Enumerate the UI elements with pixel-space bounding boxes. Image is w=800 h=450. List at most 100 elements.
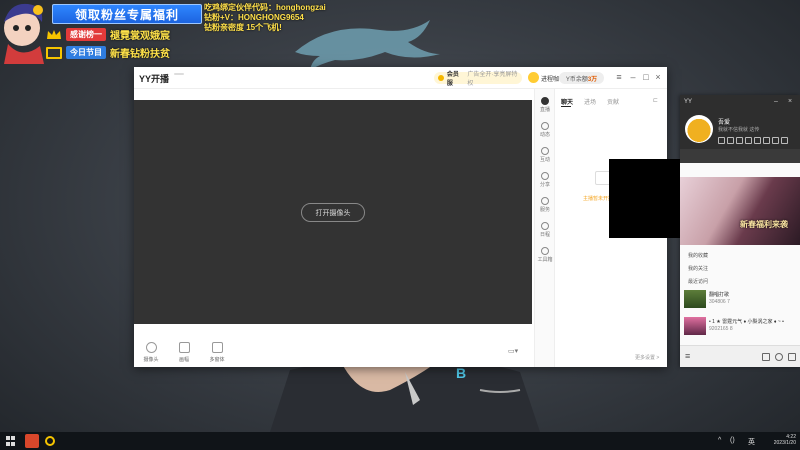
tool-label: 多窗体	[209, 357, 225, 363]
tv-icon	[46, 46, 62, 59]
dock-toolbar: ≡	[680, 345, 800, 367]
entry-title[interactable]: • 1 ★ 雷霆元气 ♦ 小梨涡之家 ♦ ~ •	[709, 318, 784, 325]
program-text: 新春钻粉扶贫	[110, 49, 170, 60]
vip-label: 会员服	[446, 72, 459, 87]
tab-enter[interactable]: 进场	[584, 97, 596, 106]
menu-icon[interactable]: ≡	[685, 351, 690, 361]
clock-date: 2023/1/20	[773, 440, 796, 446]
balance-pill[interactable]: Y币余额 3万	[559, 72, 604, 84]
rail-item-interact[interactable]: 互动	[535, 147, 555, 163]
tool-label: 摄像头	[143, 357, 159, 363]
vip-subtitle: 广告全开·享亮屏特权	[467, 72, 518, 87]
panel-collapse-icon[interactable]: ⊏	[653, 97, 658, 104]
service-icon	[541, 197, 549, 205]
dock-search-bar[interactable]	[680, 149, 800, 163]
tab-underline	[561, 106, 571, 107]
profile-nickname[interactable]: 吾爱	[718, 117, 730, 126]
ime-indicator[interactable]: 英	[748, 437, 755, 447]
user-avatar[interactable]	[528, 72, 539, 83]
menu-icon[interactable]: ≡	[614, 72, 624, 82]
badge-icon[interactable]	[745, 137, 752, 144]
toolbox-icon	[541, 247, 549, 255]
vip-pill[interactable]: 会员服 广告全开·享亮屏特权	[434, 72, 522, 87]
wallpaper-character: B	[270, 360, 540, 432]
tray-arrow-icon[interactable]: ^	[718, 437, 721, 444]
yy-app-taskbar-icon[interactable]	[25, 434, 39, 448]
taskbar: ^ () 英 4:22 2023/1/20	[0, 432, 800, 450]
frame-icon	[178, 342, 190, 353]
rail-label: 动态	[539, 132, 550, 138]
rail-item-share[interactable]: 分享	[535, 172, 555, 188]
app-title: YY开播	[139, 74, 170, 84]
balance-prefix: Y币余额	[565, 76, 588, 83]
info-line: 钻粉亲密度 15个飞机!	[204, 23, 282, 32]
badge-icon[interactable]	[727, 137, 734, 144]
clock[interactable]: 4:22 2023/1/20	[762, 434, 796, 446]
badge-icon[interactable]	[772, 137, 779, 144]
rail-item-feed[interactable]: 动态	[535, 122, 555, 138]
windows-start-icon[interactable]	[6, 436, 16, 446]
profile-avatar[interactable]	[685, 115, 713, 143]
preview-stage[interactable]: 打开摄像头	[134, 100, 532, 324]
minimize-icon[interactable]: –	[628, 72, 638, 82]
overlay-info-text: 吃鸡绑定伙伴代码：honghongzai 钻粉+V：HONGHONG9654 钻…	[204, 3, 326, 33]
maximize-icon[interactable]: □	[641, 72, 651, 82]
rail-item-toolbox[interactable]: 工具箱	[535, 247, 555, 263]
camera-dropdown-icon[interactable]: ▭▾	[508, 347, 520, 355]
close-icon[interactable]: ×	[653, 72, 663, 82]
more-settings-link[interactable]: 更多设置 >	[635, 354, 659, 361]
settings-icon[interactable]	[775, 353, 783, 361]
user-name[interactable]: 进程咖	[541, 74, 559, 83]
app-store-icon[interactable]	[788, 353, 796, 361]
badge-icon[interactable]	[763, 137, 770, 144]
badge-icon[interactable]	[754, 137, 761, 144]
rail-item-service[interactable]: 服务	[535, 197, 555, 213]
section-following[interactable]: 我的关注	[688, 265, 708, 272]
share-icon	[541, 172, 549, 180]
interact-icon	[541, 147, 549, 155]
rail-item-schedule[interactable]: 日程	[535, 222, 555, 238]
open-camera-button[interactable]: 打开摄像头	[301, 203, 365, 222]
banner-text: 新春福利来袭	[740, 220, 788, 229]
section-recent[interactable]: 最近访问	[688, 278, 708, 285]
crown-icon	[47, 30, 61, 39]
side-rail: 直播 动态 互动 分享 服务 日程 工具箱	[534, 89, 554, 367]
promo-banner-image[interactable]	[680, 177, 800, 245]
tool-frame[interactable]: 画幅	[169, 342, 199, 363]
info-line: 吃鸡绑定伙伴代码：honghongzai	[204, 3, 326, 12]
minimize-icon[interactable]: –	[774, 98, 778, 105]
dock-title: YY	[684, 99, 693, 105]
dock-header: YY – × 吾爱 我就不信我就 这传	[680, 95, 800, 163]
close-icon[interactable]: ×	[788, 98, 792, 105]
info-line: 钻粉+V：HONGHONG9654	[204, 13, 304, 22]
entry-thumbnail[interactable]	[684, 290, 706, 308]
profile-badges	[718, 137, 788, 144]
yy-broadcast-window: YY开播 会员服 广告全开·享亮屏特权 进程咖 Y币余额 3万 ≡ – □ × …	[134, 67, 667, 367]
section-favorites[interactable]: 我的收藏	[688, 252, 708, 259]
tab-contribution[interactable]: 贡献	[607, 97, 619, 106]
yy-dock-window: YY – × 吾爱 我就不信我就 这传 新春福利来袭 我的收藏 我的关注 最近访…	[680, 95, 800, 367]
rail-label: 服务	[539, 207, 550, 213]
volume-icon[interactable]: ()	[730, 437, 735, 444]
streaming-app-taskbar-icon[interactable]	[45, 436, 55, 446]
badge-icon[interactable]	[718, 137, 725, 144]
entry-meta: 9202165 8	[709, 326, 733, 332]
tool-camera[interactable]: 摄像头	[136, 342, 166, 363]
rail-label: 直播	[539, 107, 550, 113]
svg-text:B: B	[456, 365, 466, 381]
app-subtag	[174, 73, 184, 75]
rail-item-live[interactable]: 直播	[535, 97, 555, 113]
tool-multiwindow[interactable]: 多窗体	[202, 342, 232, 363]
entry-thumbnail[interactable]	[684, 317, 706, 335]
camera-icon	[145, 342, 157, 353]
fan-benefit-banner[interactable]: 领取粉丝专属福利	[52, 4, 202, 24]
rail-label: 工具箱	[537, 257, 553, 263]
badge-icon[interactable]	[736, 137, 743, 144]
program-pill: 今日节目	[66, 46, 106, 59]
video-icon[interactable]	[762, 353, 770, 361]
tab-chat[interactable]: 聊天	[561, 97, 573, 106]
badge-icon[interactable]	[781, 137, 788, 144]
balance-value: 3万	[587, 76, 598, 83]
entry-title[interactable]: 翻唱打歌	[709, 291, 729, 298]
profile-signature[interactable]: 我就不信我就 这传	[718, 126, 759, 133]
